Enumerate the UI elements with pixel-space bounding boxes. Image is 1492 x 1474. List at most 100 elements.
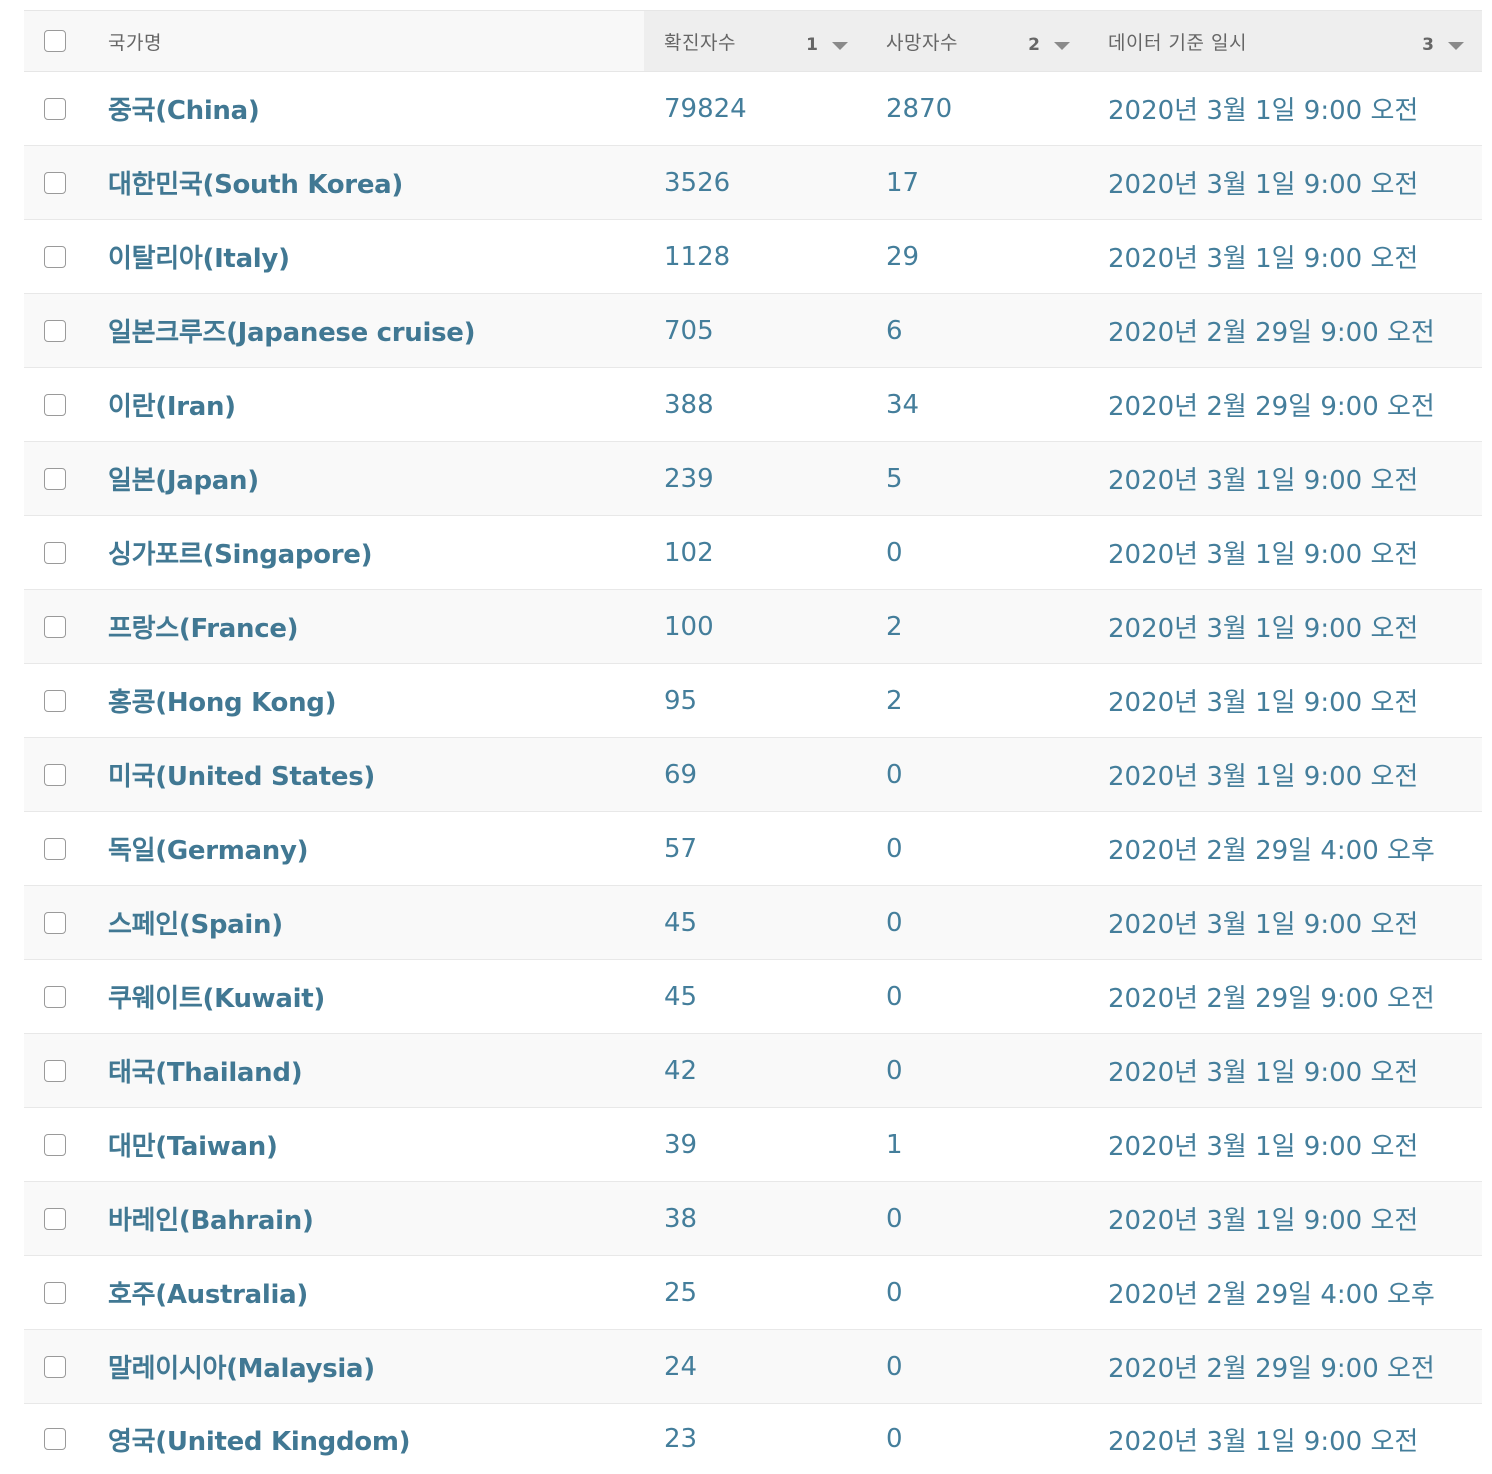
data-timestamp: 2020년 3월 1일 9:00 오전 bbox=[1088, 1404, 1482, 1474]
country-link[interactable]: 일본크루즈(Japanese cruise) bbox=[108, 318, 475, 348]
country-link[interactable]: 이탈리아(Italy) bbox=[108, 244, 290, 274]
column-header-date[interactable]: 데이터 기준 일시 3 bbox=[1088, 11, 1482, 72]
country-name-cell: 대만(Taiwan) bbox=[108, 1108, 644, 1182]
country-name-cell: 쿠웨이트(Kuwait) bbox=[108, 960, 644, 1034]
confirmed-count: 705 bbox=[644, 294, 866, 368]
data-timestamp: 2020년 3월 1일 9:00 오전 bbox=[1088, 516, 1482, 590]
row-checkbox[interactable] bbox=[44, 1356, 66, 1378]
country-link[interactable]: 독일(Germany) bbox=[108, 836, 308, 866]
death-count: 0 bbox=[866, 1256, 1088, 1330]
confirmed-count: 100 bbox=[644, 590, 866, 664]
country-link[interactable]: 말레이시아(Malaysia) bbox=[108, 1354, 375, 1384]
death-count: 2870 bbox=[866, 72, 1088, 146]
data-timestamp: 2020년 2월 29일 9:00 오전 bbox=[1088, 960, 1482, 1034]
confirmed-count: 69 bbox=[644, 738, 866, 812]
row-checkbox[interactable] bbox=[44, 542, 66, 564]
death-count: 0 bbox=[866, 516, 1088, 590]
row-checkbox[interactable] bbox=[44, 616, 66, 638]
country-name-cell: 태국(Thailand) bbox=[108, 1034, 644, 1108]
row-select-cell bbox=[24, 960, 108, 1034]
country-link[interactable]: 바레인(Bahrain) bbox=[108, 1206, 314, 1236]
death-count: 0 bbox=[866, 738, 1088, 812]
country-name-cell: 미국(United States) bbox=[108, 738, 644, 812]
country-link[interactable]: 대한민국(South Korea) bbox=[108, 170, 403, 200]
country-name-cell: 영국(United Kingdom) bbox=[108, 1404, 644, 1474]
row-checkbox[interactable] bbox=[44, 690, 66, 712]
table-row: 스페인(Spain)4502020년 3월 1일 9:00 오전 bbox=[24, 886, 1482, 960]
row-checkbox[interactable] bbox=[44, 764, 66, 786]
row-checkbox[interactable] bbox=[44, 1060, 66, 1082]
row-checkbox[interactable] bbox=[44, 468, 66, 490]
column-header-name[interactable]: 국가명 bbox=[108, 11, 644, 72]
sort-descending-icon[interactable] bbox=[1054, 42, 1070, 50]
death-count: 6 bbox=[866, 294, 1088, 368]
table-row: 이탈리아(Italy)1128292020년 3월 1일 9:00 오전 bbox=[24, 220, 1482, 294]
country-name-cell: 싱가포르(Singapore) bbox=[108, 516, 644, 590]
row-checkbox[interactable] bbox=[44, 1428, 66, 1450]
death-count: 0 bbox=[866, 960, 1088, 1034]
confirmed-count: 79824 bbox=[644, 72, 866, 146]
row-checkbox[interactable] bbox=[44, 986, 66, 1008]
row-checkbox[interactable] bbox=[44, 98, 66, 120]
table-row: 프랑스(France)10022020년 3월 1일 9:00 오전 bbox=[24, 590, 1482, 664]
confirmed-count: 42 bbox=[644, 1034, 866, 1108]
country-name-cell: 일본크루즈(Japanese cruise) bbox=[108, 294, 644, 368]
row-select-cell bbox=[24, 1108, 108, 1182]
column-header-deaths-label: 사망자수 bbox=[886, 28, 958, 55]
column-header-deaths[interactable]: 사망자수 2 bbox=[866, 11, 1088, 72]
data-timestamp: 2020년 2월 29일 9:00 오전 bbox=[1088, 294, 1482, 368]
sort-priority-badge: 3 bbox=[1422, 35, 1434, 55]
death-count: 0 bbox=[866, 812, 1088, 886]
row-select-cell bbox=[24, 1256, 108, 1330]
table-row: 대한민국(South Korea)3526172020년 3월 1일 9:00 … bbox=[24, 146, 1482, 220]
row-checkbox[interactable] bbox=[44, 1134, 66, 1156]
row-checkbox[interactable] bbox=[44, 172, 66, 194]
table-row: 영국(United Kingdom)2302020년 3월 1일 9:00 오전 bbox=[24, 1404, 1482, 1474]
confirmed-count: 25 bbox=[644, 1256, 866, 1330]
country-link[interactable]: 프랑스(France) bbox=[108, 614, 298, 644]
death-count: 5 bbox=[866, 442, 1088, 516]
select-all-checkbox[interactable] bbox=[44, 30, 66, 52]
column-header-confirmed[interactable]: 확진자수 1 bbox=[644, 11, 866, 72]
country-link[interactable]: 일본(Japan) bbox=[108, 466, 259, 496]
row-select-cell bbox=[24, 886, 108, 960]
country-link[interactable]: 싱가포르(Singapore) bbox=[108, 540, 372, 570]
row-select-cell bbox=[24, 220, 108, 294]
country-link[interactable]: 대만(Taiwan) bbox=[108, 1132, 278, 1162]
country-link[interactable]: 홍콩(Hong Kong) bbox=[108, 688, 336, 718]
row-select-cell bbox=[24, 1404, 108, 1474]
data-timestamp: 2020년 2월 29일 9:00 오전 bbox=[1088, 1330, 1482, 1404]
country-name-cell: 이란(Iran) bbox=[108, 368, 644, 442]
row-checkbox[interactable] bbox=[44, 838, 66, 860]
sort-priority-badge: 2 bbox=[1028, 35, 1040, 55]
data-timestamp: 2020년 2월 29일 9:00 오전 bbox=[1088, 368, 1482, 442]
country-name-cell: 독일(Germany) bbox=[108, 812, 644, 886]
country-link[interactable]: 중국(China) bbox=[108, 96, 259, 126]
table-row: 홍콩(Hong Kong)9522020년 3월 1일 9:00 오전 bbox=[24, 664, 1482, 738]
death-count: 2 bbox=[866, 590, 1088, 664]
country-link[interactable]: 이란(Iran) bbox=[108, 392, 236, 422]
row-checkbox[interactable] bbox=[44, 246, 66, 268]
sort-descending-icon[interactable] bbox=[832, 42, 848, 50]
country-link[interactable]: 쿠웨이트(Kuwait) bbox=[108, 984, 325, 1014]
country-link[interactable]: 스페인(Spain) bbox=[108, 910, 283, 940]
row-select-cell bbox=[24, 146, 108, 220]
row-select-cell bbox=[24, 812, 108, 886]
row-checkbox[interactable] bbox=[44, 1282, 66, 1304]
confirmed-count: 102 bbox=[644, 516, 866, 590]
row-checkbox[interactable] bbox=[44, 1208, 66, 1230]
country-link[interactable]: 호주(Australia) bbox=[108, 1280, 308, 1310]
row-checkbox[interactable] bbox=[44, 320, 66, 342]
row-select-cell bbox=[24, 664, 108, 738]
country-link[interactable]: 영국(United Kingdom) bbox=[108, 1427, 410, 1457]
table-row: 바레인(Bahrain)3802020년 3월 1일 9:00 오전 bbox=[24, 1182, 1482, 1256]
confirmed-count: 3526 bbox=[644, 146, 866, 220]
row-checkbox[interactable] bbox=[44, 912, 66, 934]
country-link[interactable]: 태국(Thailand) bbox=[108, 1058, 302, 1088]
country-link[interactable]: 미국(United States) bbox=[108, 762, 375, 792]
country-name-cell: 이탈리아(Italy) bbox=[108, 220, 644, 294]
row-checkbox[interactable] bbox=[44, 394, 66, 416]
death-count: 0 bbox=[866, 1182, 1088, 1256]
sort-descending-icon[interactable] bbox=[1448, 42, 1464, 50]
table-row: 호주(Australia)2502020년 2월 29일 4:00 오후 bbox=[24, 1256, 1482, 1330]
